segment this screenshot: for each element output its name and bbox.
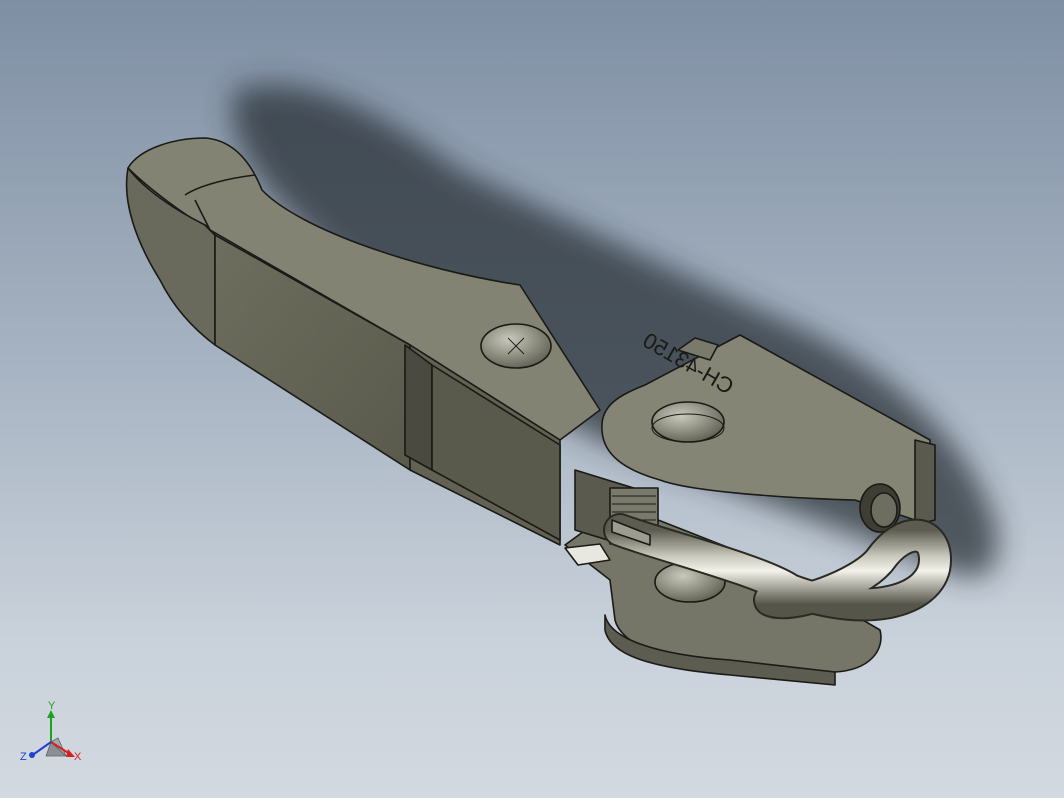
x-axis-label: X — [74, 751, 82, 763]
latch-model[interactable]: CH-43150 — [0, 0, 1064, 798]
z-axis-label: Z — [20, 751, 27, 763]
y-axis-label: Y — [48, 700, 56, 712]
rivet-bracket — [651, 401, 725, 443]
orientation-triad[interactable]: Y X Z — [18, 700, 88, 770]
triad-base-icon — [45, 737, 68, 757]
cad-viewport[interactable]: CH-43150 Y X Z — [0, 0, 1064, 798]
